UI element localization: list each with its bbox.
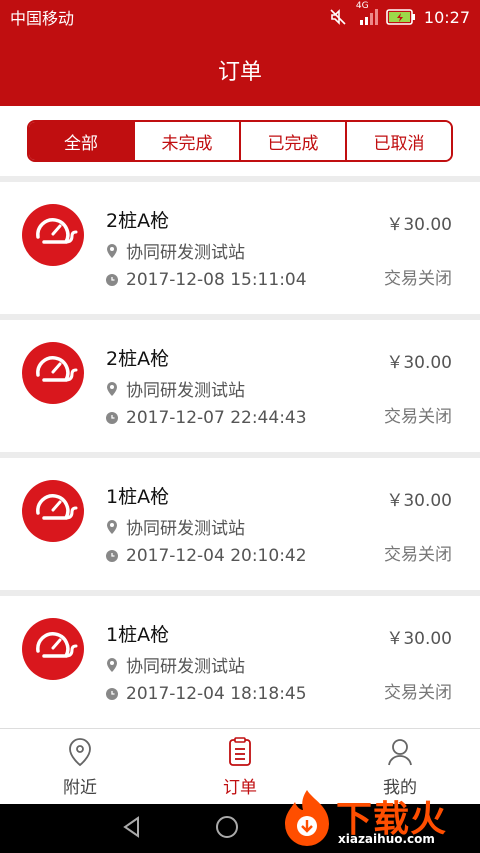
flame-logo-icon — [280, 788, 334, 852]
order-connector-name: 1桩A枪 — [106, 486, 170, 508]
order-item[interactable]: 2桩A枪 协同研发测试站 2017-12-07 22:44:43 ￥30.00 … — [0, 320, 480, 452]
mute-icon — [328, 7, 348, 27]
charger-logo-icon — [22, 204, 84, 266]
order-time: 2017-12-04 18:18:45 — [106, 684, 307, 704]
tab-nearby[interactable]: 附近 — [0, 729, 160, 804]
order-price: ￥30.00 — [386, 629, 452, 649]
order-station-name: 协同研发测试站 — [126, 657, 245, 677]
order-station: 协同研发测试站 — [106, 238, 245, 263]
page-header: 订单 — [0, 34, 480, 106]
location-pin-icon — [107, 519, 117, 534]
order-item[interactable]: 2桩A枪 协同研发测试站 2017-12-08 15:11:04 ￥30.00 … — [0, 182, 480, 314]
status-bar: 中国移动 4G 10:27 — [0, 0, 480, 34]
filter-bar: 全部 未完成 已完成 已取消 — [0, 106, 480, 176]
order-status: 交易关闭 — [384, 269, 452, 289]
order-time-text: 2017-12-08 15:11:04 — [126, 270, 307, 290]
back-icon[interactable] — [120, 815, 144, 843]
order-time: 2017-12-07 22:44:43 — [106, 408, 307, 428]
order-station: 协同研发测试站 — [106, 514, 245, 539]
order-status: 交易关闭 — [384, 683, 452, 703]
order-item[interactable]: 1桩A枪 协同研发测试站 2017-12-04 20:10:42 ￥30.00 … — [0, 458, 480, 590]
order-time-text: 2017-12-07 22:44:43 — [126, 408, 307, 428]
order-price: ￥30.00 — [386, 215, 452, 235]
order-station-name: 协同研发测试站 — [126, 519, 245, 539]
order-item[interactable]: 1桩A枪 协同研发测试站 2017-12-04 18:18:45 ￥30.00 … — [0, 596, 480, 728]
network-type: 4G — [355, 1, 369, 11]
location-pin-icon — [69, 738, 91, 767]
order-connector-name: 2桩A枪 — [106, 348, 170, 370]
charger-logo-icon — [22, 480, 84, 542]
clock-icon — [106, 412, 118, 424]
order-station-name: 协同研发测试站 — [126, 381, 245, 401]
order-status: 交易关闭 — [384, 407, 452, 427]
location-pin-icon — [107, 657, 117, 672]
order-station: 协同研发测试站 — [106, 652, 245, 677]
battery-icon — [386, 8, 416, 26]
order-list-icon — [229, 737, 251, 766]
order-station: 协同研发测试站 — [106, 376, 245, 401]
watermark: 下载火 xiazaihuo.com — [278, 786, 474, 850]
order-filter-segment: 全部 未完成 已完成 已取消 — [27, 120, 453, 162]
signal-icon: 4G — [356, 1, 378, 27]
tab-orders-label: 订单 — [223, 778, 257, 798]
filter-tab-all[interactable]: 全部 — [29, 122, 133, 160]
order-price: ￥30.00 — [386, 353, 452, 373]
order-connector-name: 2桩A枪 — [106, 210, 170, 232]
clock: 10:27 — [423, 7, 470, 27]
location-pin-icon — [107, 243, 117, 258]
user-icon — [388, 739, 412, 766]
order-status: 交易关闭 — [384, 545, 452, 565]
order-connector-name: 1桩A枪 — [106, 624, 170, 646]
order-list[interactable]: 2桩A枪 协同研发测试站 2017-12-08 15:11:04 ￥30.00 … — [0, 176, 480, 728]
order-time-text: 2017-12-04 18:18:45 — [126, 684, 307, 704]
order-time: 2017-12-04 20:10:42 — [106, 546, 307, 566]
charger-logo-icon — [22, 618, 84, 680]
home-icon[interactable] — [214, 814, 240, 844]
filter-tab-finished[interactable]: 已完成 — [239, 122, 345, 160]
order-price: ￥30.00 — [386, 491, 452, 511]
order-time-text: 2017-12-04 20:10:42 — [126, 546, 307, 566]
order-time: 2017-12-08 15:11:04 — [106, 270, 307, 290]
watermark-url: xiazaihuo.com — [338, 832, 435, 846]
charger-logo-icon — [22, 342, 84, 404]
clock-icon — [106, 550, 118, 562]
page-title: 订单 — [217, 60, 262, 85]
clock-icon — [106, 274, 118, 286]
clock-icon — [106, 688, 118, 700]
filter-tab-unfinished[interactable]: 未完成 — [133, 122, 239, 160]
tab-nearby-label: 附近 — [63, 778, 97, 798]
order-station-name: 协同研发测试站 — [126, 243, 245, 263]
filter-tab-cancelled[interactable]: 已取消 — [345, 122, 451, 160]
location-pin-icon — [107, 381, 117, 396]
carrier-name: 中国移动 — [10, 9, 75, 28]
